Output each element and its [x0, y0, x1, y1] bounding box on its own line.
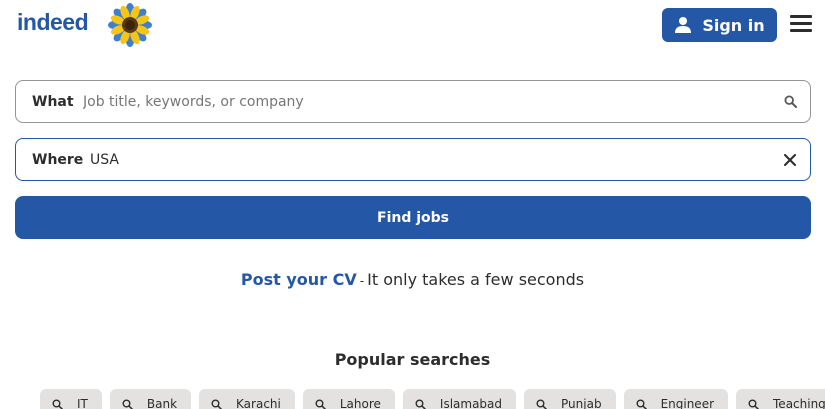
search-icon — [636, 399, 647, 409]
popular-search-chip[interactable]: Punjab — [524, 389, 616, 409]
popular-searches-list: IT Bank Karachi Lahore Islamabad Punjab Engine… — [40, 389, 825, 409]
what-field[interactable]: What — [15, 80, 811, 123]
where-input[interactable] — [90, 151, 770, 168]
popular-search-label: IT — [77, 397, 88, 409]
popular-search-label: Engineer — [660, 397, 715, 409]
post-cv-line: Post your CV - It only takes a few seconds — [0, 270, 825, 289]
popular-search-label: Punjab — [561, 397, 602, 409]
close-icon[interactable] — [770, 139, 810, 180]
what-label: What — [32, 93, 74, 110]
popular-search-chip[interactable]: IT — [40, 389, 102, 409]
sign-in-label: Sign in — [702, 15, 765, 35]
search-icon — [52, 399, 63, 409]
top-bar: indeed Sign in — [0, 0, 825, 50]
what-input[interactable] — [83, 93, 770, 110]
where-field[interactable]: Where — [15, 138, 811, 181]
popular-search-label: Bank — [146, 397, 178, 409]
find-jobs-button[interactable]: Find jobs — [15, 196, 811, 239]
popular-search-chip[interactable]: Teaching — [736, 389, 825, 409]
post-cv-separator: - — [359, 274, 365, 288]
popular-search-label: Islamabad — [439, 397, 503, 409]
popular-search-chip[interactable]: Karachi — [199, 389, 295, 409]
popular-search-chip[interactable]: Bank — [109, 389, 192, 409]
popular-search-chip[interactable]: Engineer — [623, 389, 729, 409]
search-icon — [770, 81, 810, 122]
search-icon — [211, 399, 222, 409]
search-icon — [415, 399, 426, 409]
hamburger-menu-icon[interactable] — [790, 15, 812, 33]
user-icon — [675, 17, 692, 33]
post-cv-tagline: It only takes a few seconds — [367, 270, 585, 289]
sunflower-icon — [108, 3, 152, 47]
popular-search-label: Karachi — [236, 397, 281, 409]
popular-searches-title: Popular searches — [334, 350, 491, 369]
post-cv-link[interactable]: Post your CV — [241, 270, 357, 289]
where-label: Where — [32, 151, 84, 168]
search-icon — [536, 399, 547, 409]
search-icon — [748, 399, 759, 409]
search-icon — [315, 399, 326, 409]
popular-search-chip[interactable]: Islamabad — [402, 389, 517, 409]
popular-search-label: Teaching — [773, 397, 825, 409]
indeed-logo[interactable]: indeed — [17, 9, 89, 36]
popular-search-label: Lahore — [339, 397, 381, 409]
sign-in-button[interactable]: Sign in — [662, 8, 777, 42]
search-icon — [122, 399, 133, 409]
popular-search-chip[interactable]: Lahore — [302, 389, 395, 409]
